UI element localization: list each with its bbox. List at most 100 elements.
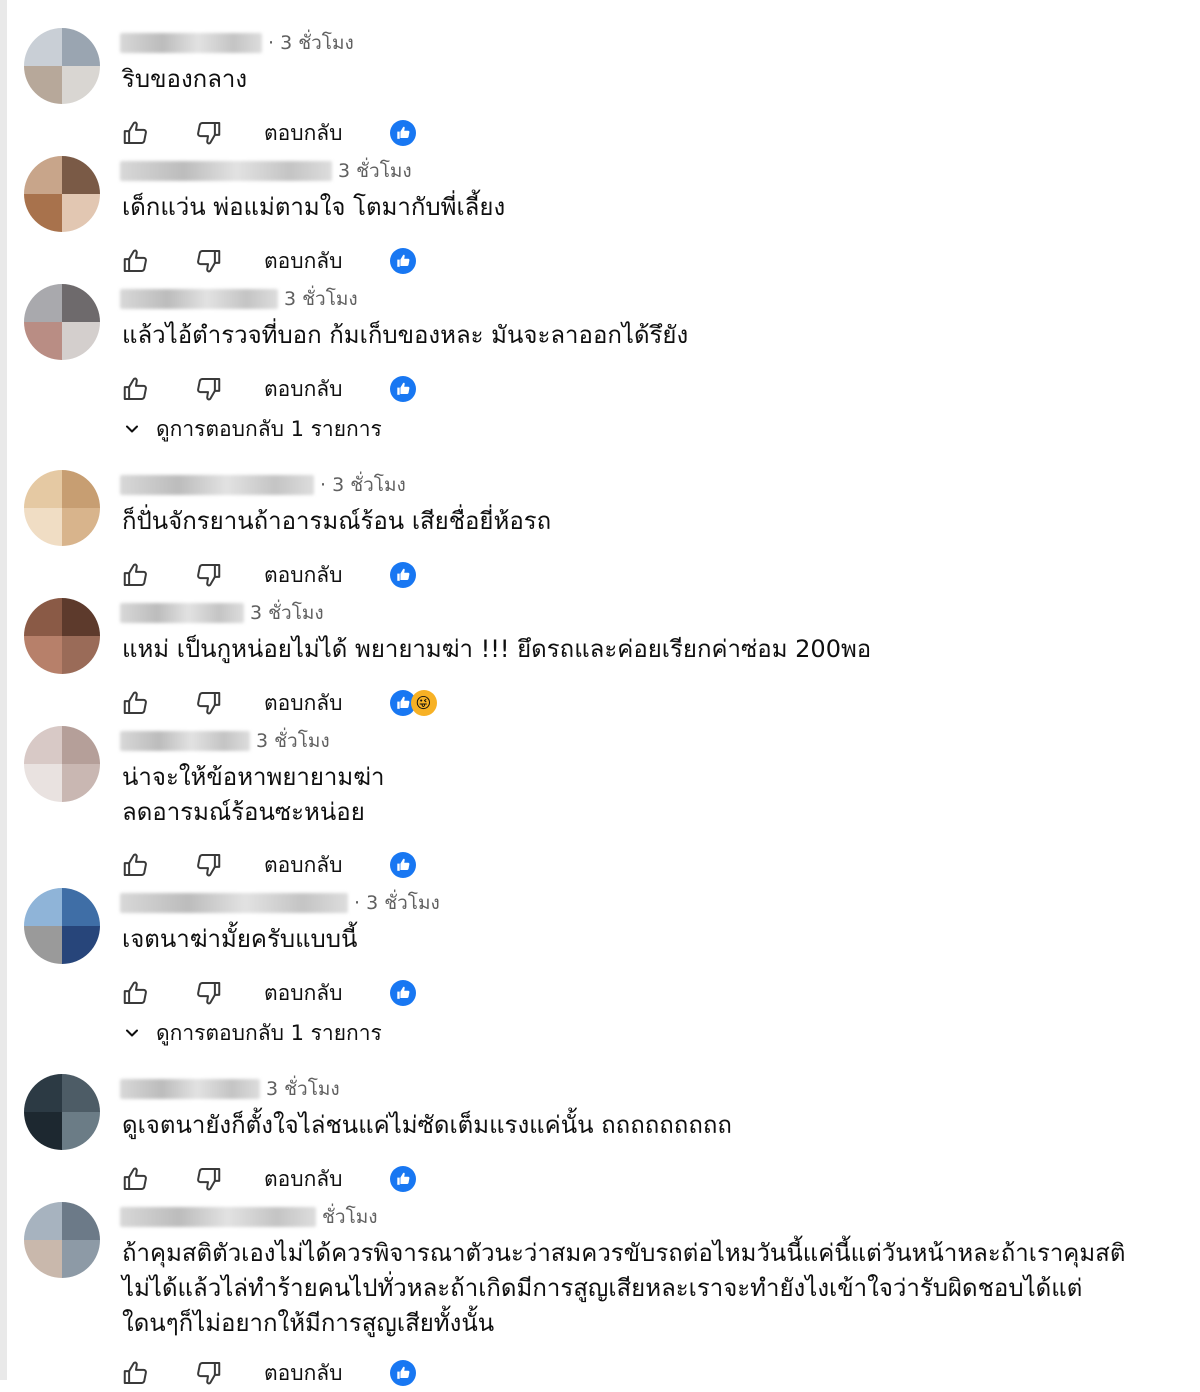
reply-button[interactable]: ตอบกลับ [264,245,343,278]
comment-text: ถ้าคุมสติตัวเองไม่ได้ควรพิจารณาตัวนะว่าส… [122,1239,1126,1337]
thumbs-up-icon[interactable] [120,687,152,719]
reply-button[interactable]: ตอบกลับ [264,1163,343,1196]
thumbs-up-icon[interactable] [120,245,152,277]
comment-meta: · 3 ชั่วโมง [120,470,406,500]
thumbs-down-icon[interactable] [192,1357,224,1389]
comment-text: น่าจะให้ข้อหาพยายามฆ่า ลดอารมณ์ร้อนซะหน่… [122,763,385,826]
author-name-redacted[interactable] [120,893,348,913]
author-name-redacted[interactable] [120,1207,316,1227]
avatar[interactable] [24,156,100,232]
like-reaction-icon [389,119,417,147]
comment-text: ดูเจตนายังก็ตั้งใจไล่ชนแค่ไม่ซัดเต็มแรงแ… [122,1111,732,1139]
like-reaction-icon [389,1359,417,1387]
thumbs-up-icon[interactable] [120,559,152,591]
reply-button[interactable]: ตอบกลับ [264,1357,343,1390]
reaction-badge[interactable] [389,1165,417,1193]
author-name-redacted[interactable] [120,475,314,495]
comment-timestamp[interactable]: 3 ชั่วโมง [266,1074,340,1104]
comment-timestamp[interactable]: · 3 ชั่วโมง [320,470,406,500]
comment-timestamp[interactable]: 3 ชั่วโมง [284,284,358,314]
author-name-redacted[interactable] [120,33,262,53]
like-reaction-icon [389,375,417,403]
comment-text: แหม่ เป็นกูหน่อยไม่ได้ พยายามฆ่า !!! ยึด… [122,635,872,663]
comment-actions: ตอบกลับ [120,1160,417,1198]
comment-actions: ตอบกลับ 😜 [120,684,437,722]
comment-text: แล้วไอ้ตำรวจที่บอก ก้มเก็บของหละ มันจะลา… [122,321,689,349]
comment-timestamp[interactable]: 3 ชั่วโมง [250,598,324,628]
comment-text: ก็ปั่นจักรยานถ้าอารมณ์ร้อน เสียชื่อยี่ห้… [122,507,552,535]
thumbs-down-icon[interactable] [192,687,224,719]
thumbs-up-icon[interactable] [120,1163,152,1195]
reply-button[interactable]: ตอบกลับ [264,559,343,592]
reaction-badge[interactable] [389,119,417,147]
thumbs-down-icon[interactable] [192,1163,224,1195]
thumbs-down-icon[interactable] [192,245,224,277]
thumbs-down-icon[interactable] [192,373,224,405]
reaction-badge[interactable] [389,1359,417,1387]
reply-button[interactable]: ตอบกลับ [264,977,343,1010]
comment-text: ริบของกลาง [122,65,248,93]
thumbs-up-icon[interactable] [120,373,152,405]
thumbs-up-icon[interactable] [120,1357,152,1389]
comment-meta: 3 ชั่วโมง [120,1074,340,1104]
avatar[interactable] [24,598,100,674]
comment-actions: ตอบกลับ [120,556,417,594]
avatar[interactable] [24,470,100,546]
reaction-badge[interactable] [389,979,417,1007]
reply-button[interactable]: ตอบกลับ [264,373,343,406]
reaction-badge[interactable] [389,561,417,589]
reaction-badge[interactable]: 😜 [389,689,437,717]
view-replies-button[interactable]: ดูการตอบกลับ 1 รายการ [120,1018,382,1048]
chevron-down-icon [120,1025,144,1041]
avatar[interactable] [24,28,100,104]
chevron-down-icon [120,421,144,437]
comment-actions: ตอบกลับ [120,974,417,1012]
reaction-badge[interactable] [389,247,417,275]
reply-button[interactable]: ตอบกลับ [264,849,343,882]
like-reaction-icon [389,561,417,589]
comment-actions: ตอบกลับ [120,1354,417,1392]
comment-meta: 3 ชั่วโมง [120,726,330,756]
avatar[interactable] [24,284,100,360]
avatar[interactable] [24,726,100,802]
avatar[interactable] [24,1202,100,1278]
comment-timestamp[interactable]: 3 ชั่วโมง [256,726,330,756]
reply-button[interactable]: ตอบกลับ [264,117,343,150]
comment-actions: ตอบกลับ [120,114,417,152]
avatar[interactable] [24,888,100,964]
view-replies-label: ดูการตอบกลับ 1 รายการ [156,416,382,441]
view-replies-label: ดูการตอบกลับ 1 รายการ [156,1020,382,1045]
author-name-redacted[interactable] [120,289,278,309]
thumbs-down-icon[interactable] [192,559,224,591]
laughing-emoji-icon: 😜 [410,690,437,716]
author-name-redacted[interactable] [120,603,244,623]
comment-timestamp[interactable]: ชั่วโมง [322,1202,378,1232]
comment-meta: · 3 ชั่วโมง [120,28,354,58]
thumbs-up-icon[interactable] [120,977,152,1009]
thumbs-up-icon[interactable] [120,117,152,149]
view-replies-button[interactable]: ดูการตอบกลับ 1 รายการ [120,414,382,444]
avatar[interactable] [24,1074,100,1150]
reaction-badge[interactable] [389,851,417,879]
comment-timestamp[interactable]: · 3 ชั่วโมง [354,888,440,918]
reply-button[interactable]: ตอบกลับ [264,687,343,720]
author-name-redacted[interactable] [120,731,250,751]
comment-timestamp[interactable]: 3 ชั่วโมง [338,156,412,186]
comment-actions: ตอบกลับ [120,846,417,884]
comment-meta: 3 ชั่วโมง [120,284,358,314]
thumbs-up-icon[interactable] [120,849,152,881]
thumbs-down-icon[interactable] [192,117,224,149]
comment-timestamp[interactable]: · 3 ชั่วโมง [268,28,354,58]
author-name-redacted[interactable] [120,161,332,181]
comment-meta: 3 ชั่วโมง [120,598,324,628]
thumbs-down-icon[interactable] [192,977,224,1009]
comment-actions: ตอบกลับ [120,242,417,280]
window-left-edge [0,0,7,1380]
like-reaction-icon [389,979,417,1007]
comment-meta: · 3 ชั่วโมง [120,888,440,918]
reaction-badge[interactable] [389,375,417,403]
thumbs-down-icon[interactable] [192,849,224,881]
comment-meta: 3 ชั่วโมง [120,156,412,186]
like-reaction-icon [389,247,417,275]
author-name-redacted[interactable] [120,1079,260,1099]
